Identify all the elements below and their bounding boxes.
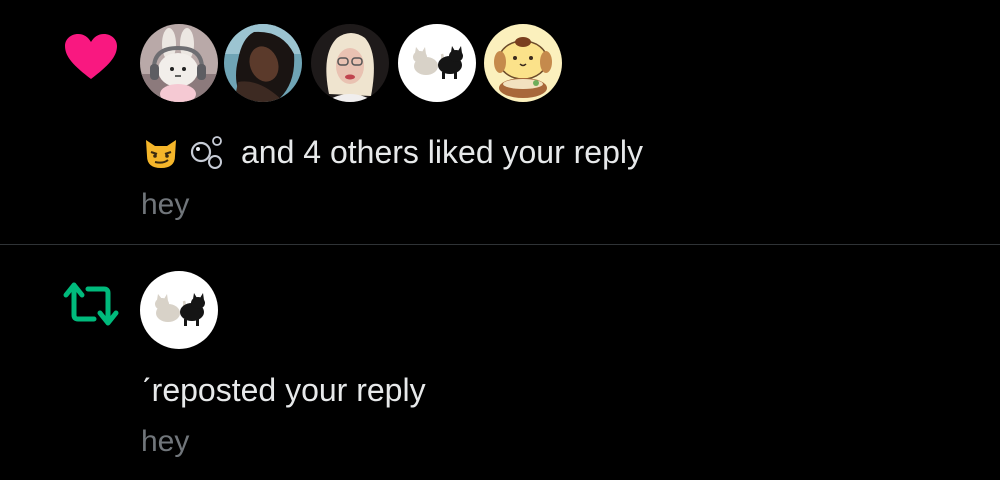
- bubbles-emoji: [187, 132, 227, 172]
- repost-text: reposted your reply: [151, 372, 426, 408]
- heart-icon: [64, 33, 118, 81]
- avatar-woman-dark[interactable]: [224, 24, 302, 102]
- avatar-cats[interactable]: [398, 24, 476, 102]
- reply-snippet: hey: [141, 425, 190, 458]
- like-notification[interactable]: and 4 others liked your reply hey: [0, 0, 1000, 244]
- liked-text: and 4 others liked your reply: [241, 133, 643, 170]
- repost-message: ˊreposted your reply: [141, 372, 426, 409]
- avatar-pompompurin[interactable]: [484, 24, 562, 102]
- repost-icon: [60, 281, 122, 327]
- avatar-bunny[interactable]: [140, 24, 218, 102]
- avatar-woman-blonde[interactable]: [311, 24, 389, 102]
- reply-snippet: hey: [141, 188, 190, 221]
- smirking-cat-emoji: [141, 132, 181, 172]
- liked-message: and 4 others liked your reply: [141, 132, 643, 172]
- repost-name-mark: ˊ: [141, 372, 152, 408]
- avatar-cats[interactable]: [140, 271, 218, 349]
